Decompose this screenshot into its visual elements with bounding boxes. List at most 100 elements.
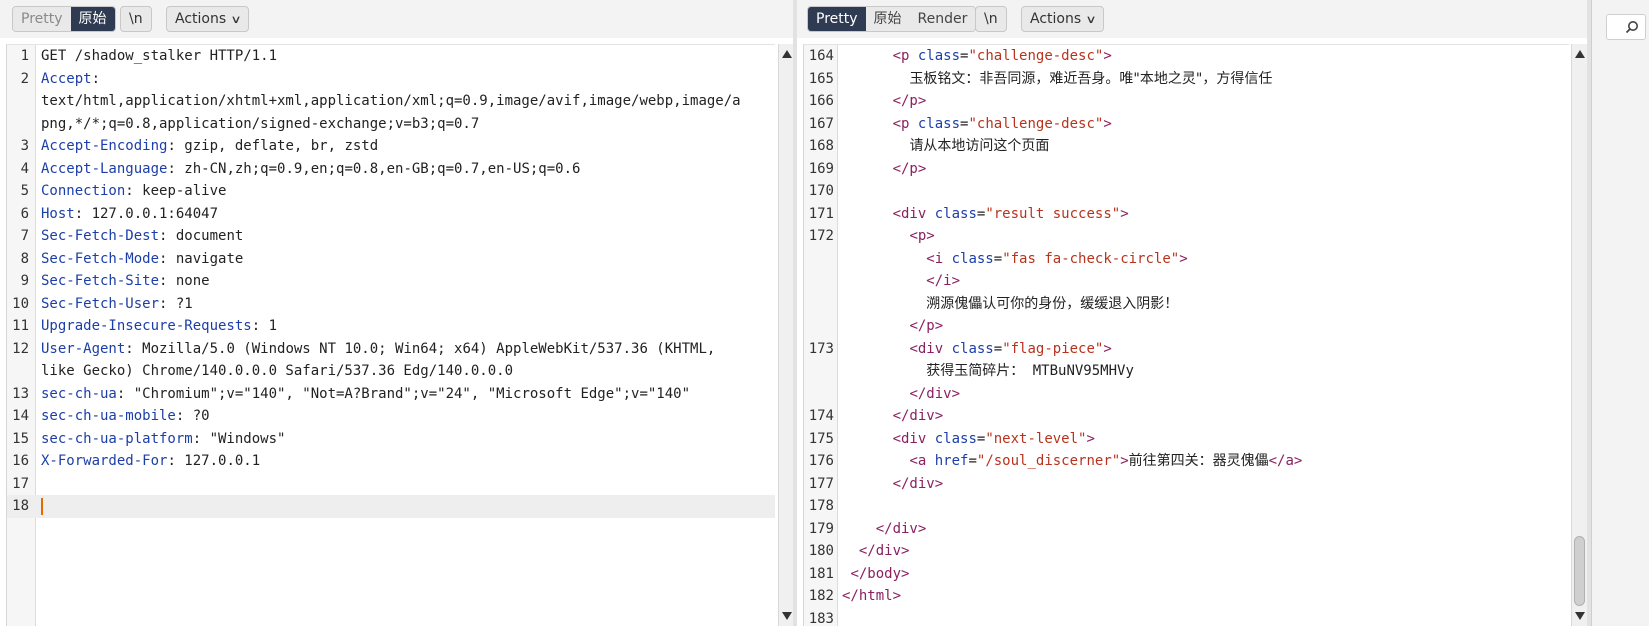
line-code: 获得玉简碎片： MTBuNV95MHVy [842,360,1134,383]
line-code: Sec-Fetch-Site: none [41,270,210,293]
response-line[interactable]: 169 </p> [804,158,1569,181]
response-tab-0[interactable]: Pretty [808,7,866,31]
line-number: 169 [808,160,834,177]
request-line[interactable]: 9 Sec-Fetch-Site: none [7,270,775,293]
scrollbar-thumb[interactable] [1574,536,1585,606]
line-code: like Gecko) Chrome/140.0.0.0 Safari/537.… [41,360,513,383]
request-line[interactable]: 17 [7,473,775,496]
response-line[interactable]: 167 <p class="challenge-desc"> [804,113,1569,136]
request-line[interactable]: 3 Accept-Encoding: gzip, deflate, br, zst… [7,135,775,158]
line-number: 182 [808,588,834,604]
arrow-up-icon[interactable] [1575,50,1585,58]
request-line[interactable]: png,*/*;q=0.8,application/signed-exchang… [7,113,775,136]
request-line[interactable]: 7 Sec-Fetch-Dest: document [7,225,775,248]
request-line[interactable]: 10 Sec-Fetch-User: ?1 [7,293,775,316]
line-number: 3 [20,138,29,154]
code-token: class [934,430,977,447]
response-line[interactable]: 173 <div class="flag-piece"> [804,338,1569,361]
request-line[interactable]: 1 GET /shadow_stalker HTTP/1.1 [7,45,775,68]
response-line[interactable]: 165 玉板铭文：非吾同源，难近吾身。唯"本地之灵"，方得信任 [804,68,1569,91]
response-line[interactable]: 178 [804,495,1569,518]
response-scrollbar[interactable] [1571,44,1587,626]
response-line[interactable]: 溯源傀儡认可你的身份，缓缓退入阴影！ [804,293,1569,316]
arrow-down-icon[interactable] [1575,612,1585,620]
search-icon [1625,21,1638,34]
request-line[interactable]: like Gecko) Chrome/140.0.0.0 Safari/537.… [7,360,775,383]
response-line[interactable]: 172 <p> [804,225,1569,248]
line-number: 171 [808,205,834,222]
response-line[interactable]: 175 <div class="next-level"> [804,428,1569,451]
arrow-up-icon[interactable] [782,50,792,58]
request-editor[interactable]: 1 GET /shadow_stalker HTTP/1.1 2 Accept: tex… [6,44,775,626]
line-number: 2 [20,70,29,87]
request-tab-0[interactable]: Pretty [13,7,71,31]
request-line[interactable]: 4 Accept-Language: zh-CN,zh;q=0.9,en;q=0.… [7,158,775,181]
response-line[interactable]: 176 <a href="/soul_discerner">前往第四关：器灵傀儡… [804,450,1569,473]
request-line[interactable]: 15 sec-ch-ua-platform: "Windows" [7,428,775,451]
response-newline-toggle[interactable]: \n [975,6,1007,32]
response-line[interactable]: <i class="fas fa-check-circle"> [804,248,1569,271]
code-token: text/html,application/xhtml+xml,applicat… [41,93,741,109]
response-line[interactable]: </div> [804,383,1569,406]
line-number: 176 [808,453,834,469]
request-line[interactable]: 6 Host: 127.0.0.1:64047 [7,203,775,226]
response-line[interactable]: 170 [804,180,1569,203]
response-actions-button[interactable]: Actions ∨ [1021,6,1105,32]
request-line[interactable]: 12 User-Agent: Mozilla/5.0 (Windows NT 10… [7,338,775,361]
response-line[interactable]: 174 </div> [804,405,1569,428]
code-token: : [91,70,101,87]
response-line[interactable]: 179 </div> [804,518,1569,541]
arrow-down-icon[interactable] [782,612,792,620]
response-line[interactable]: 183 [804,608,1569,626]
request-line[interactable]: 13 sec-ch-ua: "Chromium";v="140", "Not=A?… [7,383,775,406]
line-code: <div class="flag-piece"> [842,338,1111,361]
code-token: "fas fa-check-circle" [1002,250,1180,267]
search-box[interactable] [1606,14,1646,40]
response-line[interactable]: 171 <div class="result success"> [804,203,1569,226]
code-token: </p> [892,93,927,109]
response-line[interactable]: 168 请从本地访问这个页面 [804,135,1569,158]
response-line[interactable]: 181 </body> [804,563,1569,586]
response-line[interactable]: 177 </div> [804,473,1569,496]
line-number: 18 [12,498,29,514]
response-line[interactable]: 164 <p class="challenge-desc"> [804,45,1569,68]
response-line[interactable]: 获得玉简碎片： MTBuNV95MHVy [804,360,1569,383]
code-token: "flag-piece" [1002,340,1104,357]
response-line[interactable]: </p> [804,315,1569,338]
request-line[interactable]: 8 Sec-Fetch-Mode: navigate [7,248,775,271]
code-token: "next-level" [985,430,1087,447]
request-line[interactable]: 2 Accept: [7,68,775,91]
line-code: <i class="fas fa-check-circle"> [842,248,1187,271]
request-scrollbar[interactable] [778,44,794,626]
request-line[interactable]: 16 X-Forwarded-For: 127.0.0.1 [7,450,775,473]
code-token: </div> [875,520,927,537]
request-line[interactable]: 14 sec-ch-ua-mobile: ?0 [7,405,775,428]
response-editor[interactable]: 164 <p class="challenge-desc"> 165 玉板铭文：非… [803,44,1569,626]
line-number: 178 [808,498,834,514]
request-line[interactable]: 11 Upgrade-Insecure-Requests: 1 [7,315,775,338]
response-line[interactable]: 180 </div> [804,540,1569,563]
request-newline-toggle[interactable]: \n [120,6,152,32]
request-actions-button[interactable]: Actions ∨ [166,6,250,32]
response-tab-1[interactable]: 原始 [865,7,910,31]
response-pane: Pretty 原始 Render \n Actions ∨ 164 <p class=… [797,0,1591,626]
line-code: </i> [842,270,960,293]
request-tab-1[interactable]: 原始 [70,7,115,31]
line-code: Sec-Fetch-User: ?1 [41,293,193,316]
response-line[interactable]: 166 </p> [804,90,1569,113]
line-number: 5 [20,183,29,199]
code-token: 玉板铭文：非吾同源，难近吾身。唯"本地之灵"，方得信任 [909,70,1273,87]
response-tab-2[interactable]: Render [909,7,976,31]
code-token: <p [892,115,918,132]
line-code: Upgrade-Insecure-Requests: 1 [41,315,277,338]
request-line[interactable]: text/html,application/xhtml+xml,applicat… [7,90,775,113]
response-line[interactable]: 182 </html> [804,585,1569,608]
request-line[interactable]: 18 [7,495,775,518]
request-line[interactable]: 5 Connection: keep-alive [7,180,775,203]
response-line[interactable]: </i> [804,270,1569,293]
